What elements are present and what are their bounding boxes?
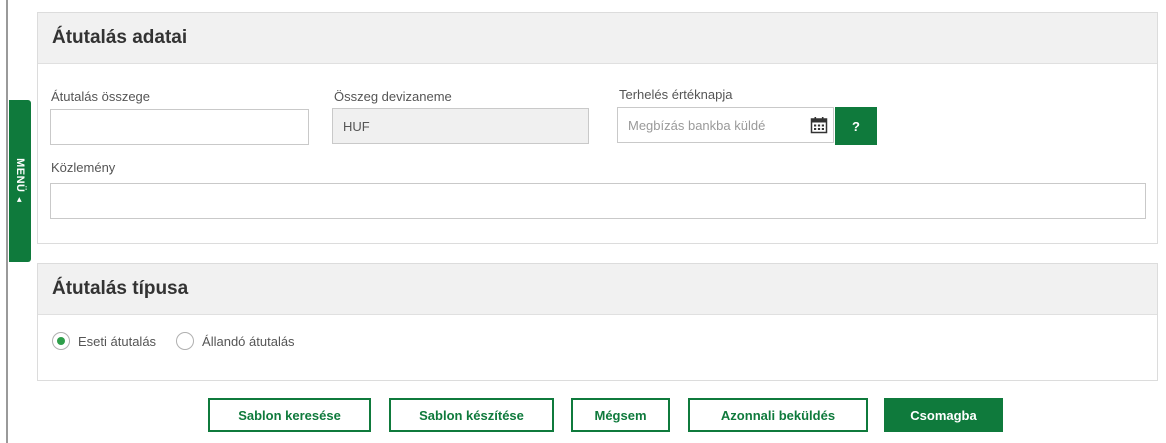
create-template-button[interactable]: Sablon készítése [389,398,554,432]
radio-label-one-time: Eseti átutalás [78,333,157,349]
value-date-picker [617,107,834,143]
currency-label: Összeg devizaneme [334,89,452,104]
transfer-details-header: Átutalás adatai [38,13,1157,64]
radio-option-standing[interactable]: Állandó átutalás [176,332,295,350]
value-date-help-button[interactable]: ? [835,107,877,145]
send-now-button[interactable]: Azonnali beküldés [688,398,868,432]
radio-button-standing[interactable] [176,332,195,350]
radio-button-one-time[interactable] [52,332,70,350]
transfer-details-title: Átutalás adatai [52,27,188,48]
transfer-type-title: Átutalás típusa [52,278,189,299]
left-border [6,0,8,443]
transfer-type-header: Átutalás típusa [38,264,1157,315]
action-bar: Sablon keresése Sablon készítése Mégsem … [0,398,1166,432]
calendar-icon[interactable] [810,116,828,134]
side-menu-toggle[interactable]: MENÜ ◄ [9,100,31,262]
transfer-type-panel: Átutalás típusa Eseti átutalás Állandó á… [37,263,1158,381]
radio-label-standing: Állandó átutalás [202,333,295,349]
radio-selected-dot [57,337,65,345]
currency-field [332,108,589,144]
value-date-label: Terhelés értéknapja [619,87,733,102]
arrow-left-icon: ◄ [15,195,25,204]
transfer-type-radio-group: Eseti átutalás Állandó átutalás [52,332,295,350]
amount-input[interactable] [50,109,309,145]
search-template-button[interactable]: Sablon keresése [208,398,371,432]
remark-label: Közlemény [51,160,116,175]
add-to-package-button[interactable]: Csomagba [884,398,1003,432]
radio-option-one-time[interactable]: Eseti átutalás [52,332,156,350]
side-menu-label: MENÜ [14,158,26,193]
amount-label: Átutalás összege [51,89,151,104]
value-date-input[interactable] [617,107,834,143]
cancel-button[interactable]: Mégsem [571,398,670,432]
transfer-details-panel: Átutalás adatai Átutalás összege Összeg … [37,12,1158,244]
remark-input[interactable] [50,183,1146,219]
